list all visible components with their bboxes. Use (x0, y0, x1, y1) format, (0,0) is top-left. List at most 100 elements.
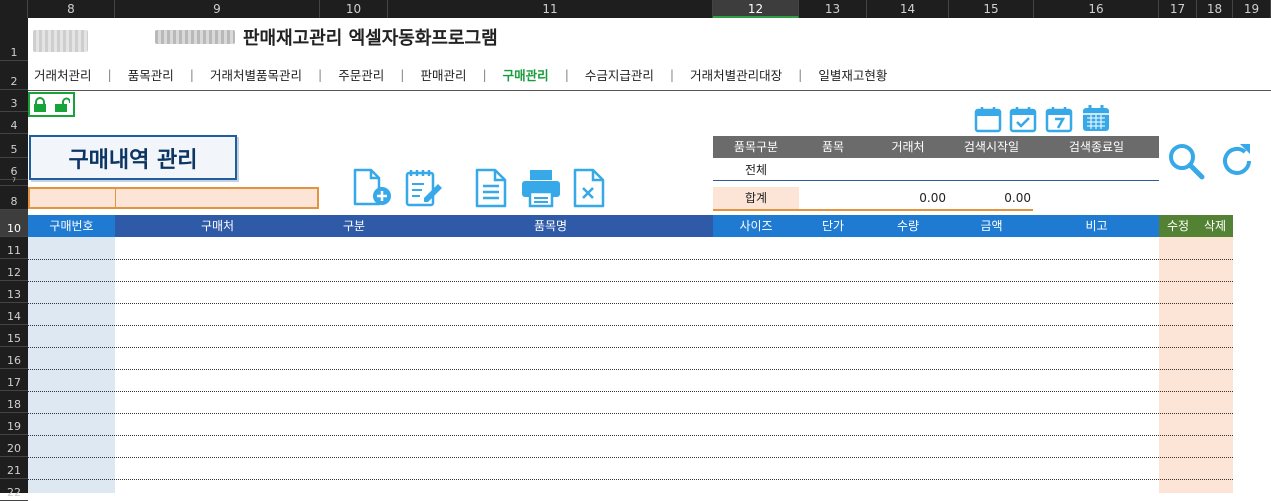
company-logo (33, 30, 88, 52)
column-header[interactable]: 19 (1233, 0, 1271, 18)
calendar-icon[interactable] (974, 105, 1002, 133)
search-input-row[interactable] (28, 187, 319, 209)
column-header[interactable]: 8 (28, 0, 115, 18)
row-header[interactable]: 21 (0, 457, 28, 479)
row-header[interactable]: 3 (0, 90, 28, 112)
row-header[interactable]: 1 (0, 18, 28, 61)
column-header[interactable]: 14 (867, 0, 949, 18)
th-delete: 삭제 (1197, 215, 1233, 237)
edit-notepad-icon[interactable] (404, 168, 444, 208)
filter-client-input[interactable] (867, 160, 949, 181)
sum-amount: 0.00 (1004, 191, 1031, 205)
row-header[interactable]: 8 (0, 186, 28, 210)
table-row[interactable] (28, 283, 1233, 304)
page-heading: 구매내역 관리 (29, 135, 237, 180)
search-input-left[interactable] (30, 189, 116, 207)
refresh-icon[interactable] (1216, 140, 1258, 182)
filter-end-date-input[interactable] (1034, 160, 1159, 181)
table-row[interactable] (28, 459, 1233, 480)
menu-item-purchases[interactable]: 구매관리 (503, 65, 549, 84)
select-all-corner[interactable] (0, 0, 28, 18)
filter-category-select[interactable]: 전체 (713, 160, 799, 181)
row-header[interactable]: 5 (0, 134, 28, 158)
row-header[interactable]: 20 (0, 435, 28, 457)
search-input-right[interactable] (116, 189, 317, 207)
column-header[interactable]: 16 (1034, 0, 1159, 18)
column-header[interactable]: 11 (388, 0, 713, 18)
row-header[interactable]: 16 (0, 347, 28, 369)
th-qty: 수량 (867, 215, 949, 237)
menu-separator: | (669, 66, 675, 82)
menu-divider (28, 90, 1271, 91)
row-header-bar: 1 2 3 4 5 6 7 8 10 11 12 13 14 15 16 17 … (0, 18, 28, 501)
row-header[interactable]: 14 (0, 303, 28, 325)
calendar-week-icon[interactable] (1045, 105, 1073, 133)
row-header[interactable]: 11 (0, 237, 28, 259)
column-header[interactable]: 17 (1159, 0, 1197, 18)
menu-item-payments[interactable]: 수금지급관리 (585, 65, 654, 84)
table-row[interactable] (28, 239, 1233, 260)
th-supplier: 구매처 (115, 215, 320, 237)
document-icon[interactable] (474, 168, 510, 208)
menu-item-client-ledger[interactable]: 거래처별관리대장 (690, 65, 782, 84)
menu-item-client-items[interactable]: 거래처별품목관리 (210, 65, 302, 84)
menu-item-clients[interactable]: 거래처관리 (34, 65, 92, 84)
row-header[interactable]: 15 (0, 325, 28, 347)
menu-separator: | (107, 66, 112, 82)
filter-header: 품목구분 품목 거래처 검색시작일 검색종료일 (713, 136, 1159, 158)
row-header[interactable]: 17 (0, 369, 28, 391)
delete-document-icon[interactable] (572, 168, 608, 208)
column-header[interactable]: 9 (115, 0, 320, 18)
filter-values-row: 전체 (713, 160, 1159, 181)
column-header[interactable]: 15 (949, 0, 1034, 18)
table-row[interactable] (28, 437, 1233, 458)
table-row[interactable] (28, 371, 1233, 392)
row-header[interactable]: 19 (0, 413, 28, 435)
new-document-icon[interactable] (352, 168, 394, 208)
table-row[interactable] (28, 415, 1233, 436)
column-header[interactable]: 10 (320, 0, 388, 18)
th-item-name: 품목명 (388, 215, 713, 237)
menu-item-daily-stock[interactable]: 일별재고현황 (818, 65, 887, 84)
menu-item-orders[interactable]: 주문관리 (338, 65, 384, 84)
th-order-no: 구매번호 (28, 215, 115, 237)
column-header-active[interactable]: 12 (713, 0, 799, 18)
filter-header-client: 거래처 (891, 140, 925, 154)
sum-label: 합계 (713, 187, 799, 209)
print-icon[interactable] (520, 168, 562, 208)
sum-row: 합계 0.00 0.00 (713, 187, 1033, 211)
menu-item-sales[interactable]: 판매관리 (420, 65, 466, 84)
table-row[interactable] (28, 393, 1233, 414)
menu-separator: | (400, 66, 405, 82)
search-icon[interactable] (1166, 141, 1206, 181)
th-note: 비고 (1034, 215, 1159, 237)
calendar-month-icon[interactable] (1081, 103, 1111, 133)
table-row[interactable] (28, 327, 1233, 348)
column-header[interactable]: 18 (1197, 0, 1233, 18)
filter-header-end-date: 검색종료일 (1068, 140, 1125, 154)
row-header[interactable]: 22 (0, 479, 28, 501)
menu-separator: | (189, 66, 194, 82)
app-title: 판매재고관리 엑셀자동화프로그램 (243, 28, 498, 49)
table-row[interactable] (28, 349, 1233, 370)
column-header-bar: 8 9 10 11 12 13 14 15 16 17 18 19 (0, 0, 1271, 18)
row-header[interactable]: 4 (0, 112, 28, 134)
row-header[interactable]: 13 (0, 281, 28, 303)
th-size: 사이즈 (713, 215, 799, 237)
filter-start-date-input[interactable] (949, 160, 1034, 181)
row-header[interactable]: 2 (0, 61, 28, 90)
calendar-check-icon[interactable] (1009, 105, 1037, 133)
row-header-active[interactable]: 10 (0, 210, 28, 237)
lock-icon[interactable] (33, 96, 47, 113)
table-header: 구매번호 구매처 구분 품목명 사이즈 단가 수량 금액 비고 수정 삭제 (28, 215, 1233, 237)
row-header[interactable]: 18 (0, 391, 28, 413)
column-header[interactable]: 13 (799, 0, 867, 18)
filter-item-input[interactable] (799, 160, 867, 181)
company-name-blurred (155, 30, 235, 44)
unlock-icon[interactable] (54, 97, 70, 113)
menu-item-items[interactable]: 품목관리 (128, 65, 174, 84)
filter-header-start-date: 검색시작일 (963, 140, 1020, 154)
table-row[interactable] (28, 305, 1233, 326)
table-row[interactable] (28, 261, 1233, 282)
row-header[interactable]: 12 (0, 259, 28, 281)
